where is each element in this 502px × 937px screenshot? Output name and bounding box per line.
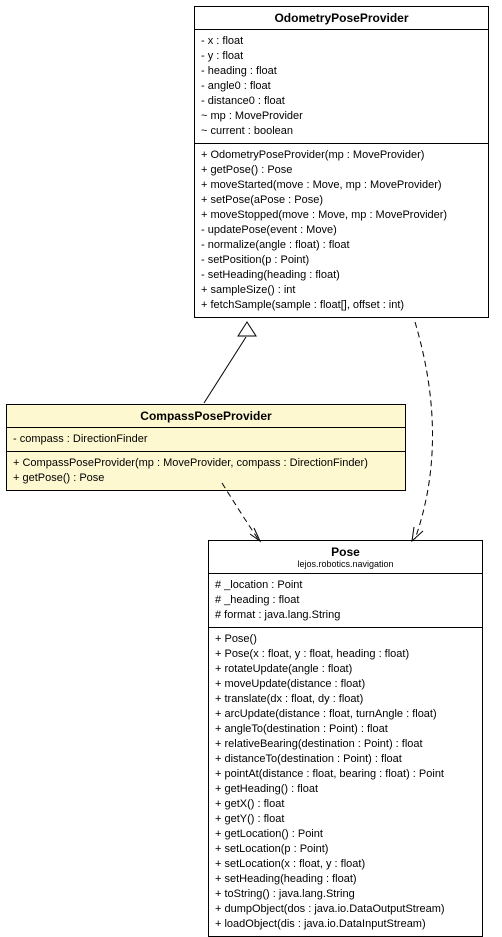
operation: + getX() : float: [215, 797, 476, 812]
operation: + loadObject(dis : java.io.DataInputStre…: [215, 917, 476, 932]
attribute: # _heading : float: [215, 593, 476, 608]
operation: + moveStarted(move : Move, mp : MoveProv…: [201, 178, 482, 193]
operation: + fetchSample(sample : float[], offset :…: [201, 298, 482, 313]
attribute: - y : float: [201, 49, 482, 64]
operation: + setLocation(x : float, y : float): [215, 857, 476, 872]
operation: + getPose() : Pose: [13, 471, 399, 486]
class-header: Pose lejos.robotics.navigation: [209, 541, 482, 574]
operation: + translate(dx : float, dy : float): [215, 692, 476, 707]
operation: + relativeBearing(destination : Point) :…: [215, 737, 476, 752]
attribute: - heading : float: [201, 64, 482, 79]
attribute: # format : java.lang.String: [215, 608, 476, 623]
operation: + setPose(aPose : Pose): [201, 193, 482, 208]
operation: + Pose(): [215, 632, 476, 647]
attributes-section: - compass : DirectionFinder: [7, 428, 405, 452]
operation: + arcUpdate(distance : float, turnAngle …: [215, 707, 476, 722]
operation: + OdometryPoseProvider(mp : MoveProvider…: [201, 148, 482, 163]
operation: + getHeading() : float: [215, 782, 476, 797]
class-package: lejos.robotics.navigation: [215, 559, 476, 569]
class-pose[interactable]: Pose lejos.robotics.navigation # _locati…: [208, 540, 483, 937]
operation: + rotateUpdate(angle : float): [215, 662, 476, 677]
class-name: OdometryPoseProvider: [195, 7, 488, 30]
operation: + dumpObject(dos : java.io.DataOutputStr…: [215, 902, 476, 917]
attribute: - distance0 : float: [201, 94, 482, 109]
operation: + angleTo(destination : Point) : float: [215, 722, 476, 737]
operation: + sampleSize() : int: [201, 283, 482, 298]
operation: + getPose() : Pose: [201, 163, 482, 178]
operation: + getY() : float: [215, 812, 476, 827]
operation: + setHeading(heading : float): [215, 872, 476, 887]
operations-section: + Pose() + Pose(x : float, y : float, he…: [209, 628, 482, 936]
operation: + getLocation() : Point: [215, 827, 476, 842]
operations-section: + OdometryPoseProvider(mp : MoveProvider…: [195, 144, 488, 317]
operation: + moveUpdate(distance : float): [215, 677, 476, 692]
operation: - updatePose(event : Move): [201, 223, 482, 238]
class-odometry[interactable]: OdometryPoseProvider - x : float - y : f…: [194, 6, 489, 318]
operation: - setHeading(heading : float): [201, 268, 482, 283]
generalization-connector: [204, 322, 256, 403]
operations-section: + CompassPoseProvider(mp : MoveProvider,…: [7, 452, 405, 490]
attribute: - x : float: [201, 34, 482, 49]
operation: - normalize(angle : float) : float: [201, 238, 482, 253]
operation: + toString() : java.lang.String: [215, 887, 476, 902]
operation: + moveStopped(move : Move, mp : MoveProv…: [201, 208, 482, 223]
operation: + CompassPoseProvider(mp : MoveProvider,…: [13, 456, 399, 471]
attribute: ~ current : boolean: [201, 124, 482, 139]
attribute: # _location : Point: [215, 578, 476, 593]
dependency-odometry-pose: [412, 322, 433, 541]
operation: - setPosition(p : Point): [201, 253, 482, 268]
operation: + pointAt(distance : float, bearing : fl…: [215, 767, 476, 782]
class-name: CompassPoseProvider: [7, 405, 405, 428]
operation: + setLocation(p : Point): [215, 842, 476, 857]
dependency-compass-pose: [222, 483, 260, 541]
attributes-section: # _location : Point # _heading : float #…: [209, 574, 482, 628]
attribute: - compass : DirectionFinder: [13, 432, 399, 447]
attribute: - angle0 : float: [201, 79, 482, 94]
class-compass[interactable]: CompassPoseProvider - compass : Directio…: [6, 404, 406, 491]
attributes-section: - x : float - y : float - heading : floa…: [195, 30, 488, 144]
operation: + distanceTo(destination : Point) : floa…: [215, 752, 476, 767]
operation: + Pose(x : float, y : float, heading : f…: [215, 647, 476, 662]
attribute: ~ mp : MoveProvider: [201, 109, 482, 124]
class-name: Pose: [215, 545, 476, 559]
